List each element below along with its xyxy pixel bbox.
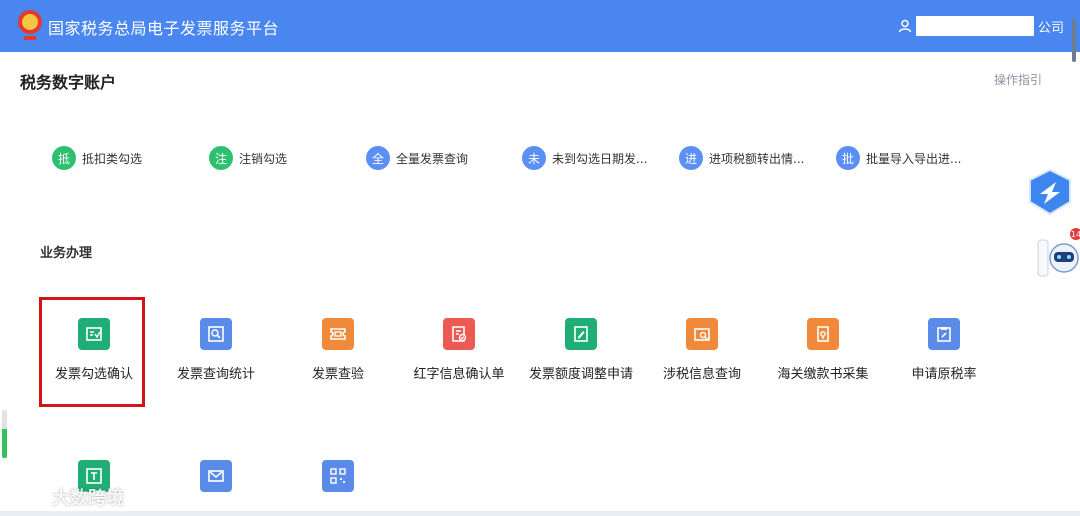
tile-label: 申请原税率 (911, 367, 977, 382)
tax-emblem-icon (18, 10, 42, 40)
tile-invoice-query-stats[interactable]: 发票查询统计 (156, 318, 276, 384)
shield-assistant-icon[interactable] (1028, 168, 1072, 216)
quick-link-pending-date[interactable]: 未 未到勾选日期发... (522, 146, 647, 170)
tile-label: 发票查验 (311, 367, 364, 382)
mail-icon (200, 460, 232, 492)
masked-company-name (915, 16, 1034, 36)
tile-label: 海关缴款书采集 (777, 367, 869, 382)
platform-title: 国家税务总局电子发票服务平台 (48, 19, 280, 38)
quick-link-input-tax-transfer[interactable]: 进 进项税额转出情... (679, 146, 804, 170)
ticket-icon (322, 318, 354, 350)
badge-icon: 进 (679, 146, 703, 170)
scrollbar-thumb[interactable] (1072, 18, 1076, 62)
red-confirm-icon (443, 318, 475, 350)
user-icon (898, 19, 912, 33)
customs-document-icon (807, 318, 839, 350)
quick-link-label: 全量发票查询 (396, 151, 469, 166)
quick-link-label: 抵扣类勾选 (82, 151, 143, 166)
edit-document-icon (565, 318, 597, 350)
quick-link-deduction[interactable]: 抵 抵扣类勾选 (52, 146, 142, 170)
left-progress-indicator (2, 410, 7, 458)
tile-invoice-verify[interactable]: 发票查验 (278, 318, 398, 384)
badge-icon: 抵 (52, 146, 76, 170)
selection-highlight-box (39, 297, 145, 407)
user-info[interactable]: 公司 (898, 15, 1064, 37)
page-title: 税务数字账户 (20, 73, 117, 92)
tile-label: 发票查询统计 (176, 367, 255, 382)
company-suffix: 公司 (1037, 20, 1064, 36)
search-card-icon (686, 318, 718, 350)
tile-customs-payment[interactable]: 海关缴款书采集 (763, 318, 883, 384)
search-document-icon (200, 318, 232, 350)
watermark-logo-icon (12, 489, 42, 505)
badge-icon: 未 (522, 146, 546, 170)
quick-link-cancel[interactable]: 注 注销勾选 (209, 146, 287, 170)
qr-code-icon (322, 460, 354, 492)
watermark: 大数跨境 (10, 484, 124, 510)
quick-link-label: 注销勾选 (239, 151, 288, 166)
tile-qr-code[interactable] (278, 460, 398, 508)
notification-badge: 14 (1070, 228, 1080, 240)
quick-link-label: 批量导入导出进... (866, 151, 962, 166)
tile-red-info-confirm[interactable]: 红字信息确认单 (399, 318, 519, 384)
tile-label: 涉税信息查询 (662, 367, 741, 382)
tile-quota-adjust[interactable]: 发票额度调整申请 (521, 318, 641, 384)
watermark-text: 大数跨境 (52, 488, 124, 509)
badge-icon: 批 (836, 146, 860, 170)
clipboard-edit-icon (928, 318, 960, 350)
guide-link[interactable]: 操作指引 (994, 71, 1042, 88)
tile-mail[interactable] (156, 460, 276, 508)
tile-tax-info-query[interactable]: 涉税信息查询 (642, 318, 762, 384)
tile-label: 发票额度调整申请 (528, 367, 633, 382)
top-header: 国家税务总局电子发票服务平台 公司 (0, 0, 1080, 52)
quick-link-label: 未到勾选日期发... (552, 151, 648, 166)
business-section-title: 业务办理 (40, 246, 93, 261)
badge-icon: 全 (366, 146, 390, 170)
quick-link-all-query[interactable]: 全 全量发票查询 (366, 146, 468, 170)
quick-link-batch-import[interactable]: 批 批量导入导出进... (836, 146, 961, 170)
tile-label: 红字信息确认单 (413, 367, 505, 382)
tile-apply-original-rate[interactable]: 申请原税率 (884, 318, 1004, 384)
quick-link-label: 进项税额转出情... (709, 151, 805, 166)
badge-icon: 注 (209, 146, 233, 170)
bottom-scrollbar[interactable] (0, 511, 1080, 516)
